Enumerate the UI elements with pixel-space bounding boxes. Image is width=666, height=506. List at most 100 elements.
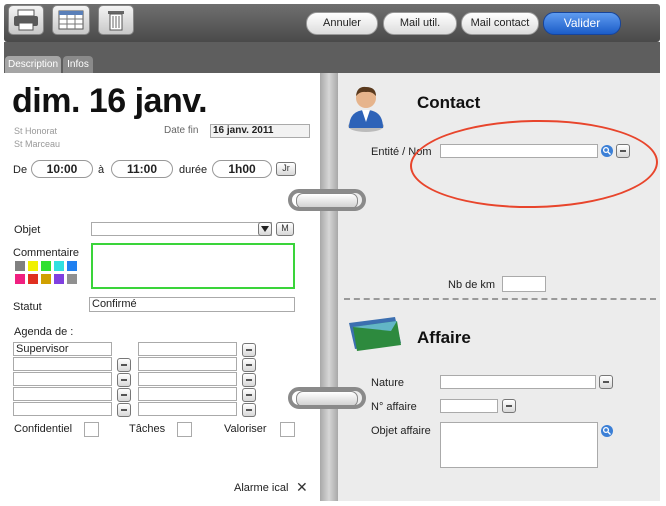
agenda-field-3[interactable] — [13, 372, 112, 386]
number-remove-button[interactable] — [502, 399, 516, 413]
agenda-field-2[interactable] — [13, 357, 112, 371]
end-time-field[interactable]: 11:00 — [111, 160, 173, 178]
agenda-field-5[interactable] — [13, 402, 112, 416]
color-swatch[interactable] — [54, 274, 64, 284]
saint-name-1: St Honorat — [14, 126, 58, 136]
minus-icon — [121, 364, 127, 366]
confidential-checkbox[interactable] — [84, 422, 99, 437]
agenda-field-9[interactable] — [138, 387, 237, 401]
valoriser-checkbox[interactable] — [280, 422, 295, 437]
to-label: à — [98, 164, 105, 176]
valoriser-label: Valoriser — [224, 423, 267, 435]
minus-icon — [506, 405, 512, 407]
event-date-title: dim. 16 janv. — [12, 82, 208, 120]
duration-field[interactable]: 1h00 — [212, 160, 272, 178]
calendar-button[interactable] — [52, 5, 90, 35]
minus-icon — [246, 394, 252, 396]
validate-button[interactable]: Valider — [543, 12, 621, 35]
number-input[interactable] — [440, 399, 498, 413]
agenda-field-6[interactable] — [138, 342, 237, 356]
m-button[interactable]: M — [276, 222, 294, 236]
status-field[interactable]: Confirmé — [89, 297, 295, 312]
agenda-remove-button-9[interactable] — [242, 388, 256, 402]
cancel-button[interactable]: Annuler — [306, 12, 378, 35]
color-swatch[interactable] — [28, 261, 38, 271]
end-date-field[interactable]: 16 janv. 2011 — [210, 124, 310, 138]
nature-label: Nature — [371, 377, 405, 389]
affaire-object-label: Objet affaire — [371, 425, 431, 437]
minus-icon — [246, 409, 252, 411]
agenda-field-8[interactable] — [138, 372, 237, 386]
saint-name-2: St Marceau — [14, 139, 61, 149]
alarm-label: Alarme ical — [234, 482, 289, 494]
agenda-field-7[interactable] — [138, 357, 237, 371]
start-time-field[interactable]: 10:00 — [31, 160, 93, 178]
agenda-label: Agenda de : — [14, 326, 74, 338]
printer-icon — [14, 9, 38, 31]
minus-icon — [121, 379, 127, 381]
minus-icon — [121, 409, 127, 411]
object-dropdown-button[interactable] — [258, 222, 272, 236]
nature-remove-button[interactable] — [599, 375, 613, 389]
affaire-object-textarea[interactable] — [440, 422, 598, 468]
agenda-remove-button-10[interactable] — [242, 403, 256, 417]
confidential-label: Confidentiel — [14, 423, 73, 435]
status-label: Statut — [13, 301, 42, 313]
agenda-field-1[interactable]: Supervisor — [13, 342, 112, 356]
print-button[interactable] — [8, 5, 44, 35]
contact-title: Contact — [417, 93, 481, 112]
color-swatch[interactable] — [41, 261, 51, 271]
minus-icon — [246, 379, 252, 381]
delete-button[interactable] — [98, 5, 134, 35]
color-swatch[interactable] — [15, 274, 25, 284]
agenda-remove-button-3[interactable] — [117, 373, 131, 387]
affaire-image — [347, 313, 405, 353]
color-swatch[interactable] — [67, 274, 77, 284]
agenda-remove-button-2[interactable] — [117, 358, 131, 372]
comment-label: Commentaire — [13, 247, 80, 259]
agenda-field-4[interactable] — [13, 387, 112, 401]
mail-contact-button[interactable]: Mail contact — [461, 12, 539, 35]
nature-input[interactable] — [440, 375, 596, 389]
contact-avatar — [345, 82, 387, 132]
color-swatch[interactable] — [15, 261, 25, 271]
agenda-remove-button-8[interactable] — [242, 373, 256, 387]
section-divider — [344, 298, 656, 300]
duration-label: durée — [179, 164, 208, 176]
end-date-label: Date fin — [164, 125, 199, 136]
agenda-remove-button-6[interactable] — [242, 343, 256, 357]
color-swatch[interactable] — [41, 274, 51, 284]
minus-icon — [603, 381, 609, 383]
tab-description[interactable]: Description — [5, 56, 61, 73]
trash-icon — [108, 11, 124, 31]
agenda-remove-button-4[interactable] — [117, 388, 131, 402]
tab-bar — [4, 42, 660, 73]
km-input[interactable] — [502, 276, 546, 292]
affaire-title: Affaire — [417, 328, 471, 347]
color-swatch[interactable] — [28, 274, 38, 284]
from-label: De — [13, 164, 28, 176]
minus-icon — [121, 394, 127, 396]
tasks-label: Tâches — [129, 423, 166, 435]
agenda-remove-button-5[interactable] — [117, 403, 131, 417]
binder-spine — [320, 73, 338, 501]
binder-ring-bottom-outline — [288, 387, 366, 409]
triangle-down-icon — [261, 226, 269, 232]
object-select[interactable] — [91, 222, 272, 236]
tasks-checkbox[interactable] — [177, 422, 192, 437]
day-button[interactable]: Jr — [276, 162, 296, 176]
km-label: Nb de km — [448, 279, 496, 291]
minus-icon — [246, 364, 252, 366]
affaire-search-button[interactable] — [601, 425, 613, 437]
color-swatch[interactable] — [54, 261, 64, 271]
color-swatch[interactable] — [67, 261, 77, 271]
tab-infos[interactable]: Infos — [63, 56, 93, 73]
number-label: N° affaire — [371, 401, 417, 413]
binder-ring-top-outline — [288, 189, 366, 211]
agenda-remove-button-7[interactable] — [242, 358, 256, 372]
agenda-field-10[interactable] — [138, 402, 237, 416]
alarm-checkbox[interactable]: ✕ — [296, 479, 308, 496]
object-label: Objet — [14, 224, 41, 236]
mail-user-button[interactable]: Mail util. — [383, 12, 457, 35]
comment-textarea[interactable] — [91, 243, 295, 289]
